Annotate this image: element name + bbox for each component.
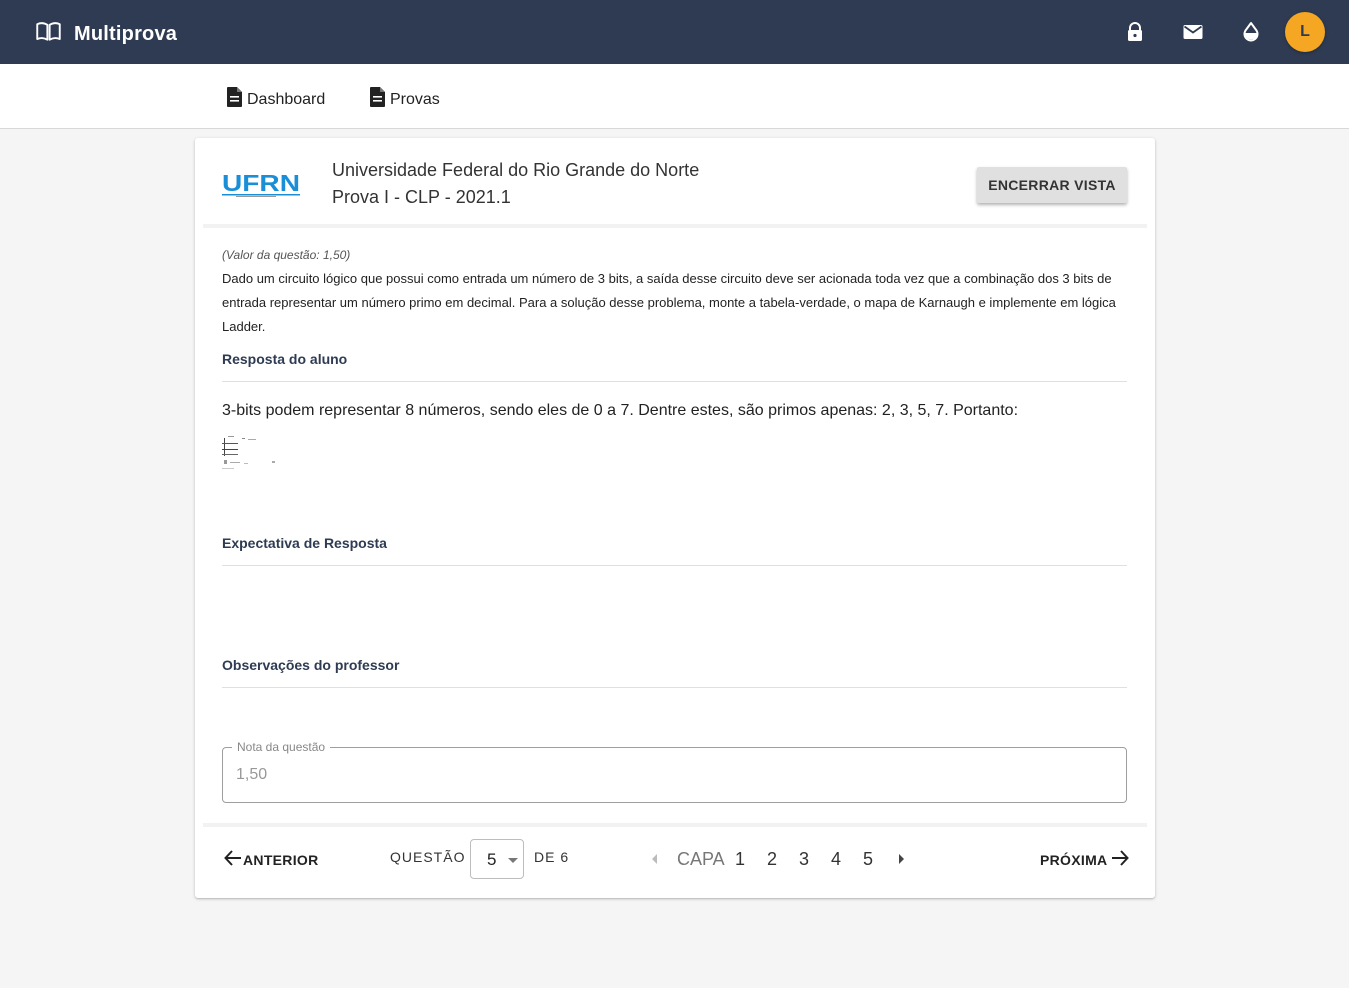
page-item-2[interactable]: 2 — [767, 849, 777, 870]
question-select[interactable]: 5 — [470, 839, 524, 879]
page-item-3[interactable]: 3 — [799, 849, 809, 870]
previous-button[interactable]: ANTERIOR — [223, 848, 319, 871]
page-item-capa[interactable]: CAPA — [677, 849, 725, 870]
grade-input[interactable] — [236, 766, 1106, 784]
ufrn-logo: UFRN — [222, 171, 300, 197]
drop-icon[interactable] — [1239, 20, 1263, 44]
grade-label: Nota da questão — [232, 740, 331, 754]
page-next-icon[interactable] — [899, 854, 904, 864]
divider — [222, 687, 1127, 688]
question-value: (Valor da questão: 1,50) — [222, 248, 351, 262]
answer-image[interactable] — [222, 434, 282, 474]
selected-question: 5 — [487, 850, 497, 869]
dropdown-arrow-icon — [508, 858, 518, 863]
footer-divider — [203, 823, 1147, 827]
nav-label: Provas — [390, 90, 440, 108]
app-bar: Multiprova L — [0, 0, 1349, 64]
nav-label: Dashboard — [247, 90, 326, 108]
logo-text: UFRN — [222, 171, 300, 196]
brand[interactable]: Multiprova — [35, 18, 177, 50]
total-questions-label: DE 6 — [534, 849, 570, 865]
divider — [222, 381, 1127, 382]
arrow-left-icon — [223, 848, 243, 871]
nav-item-dashboard[interactable]: Dashboard — [226, 86, 325, 113]
avatar[interactable]: L — [1285, 12, 1325, 52]
end-view-button[interactable]: ENCERRAR VISTA — [977, 167, 1127, 203]
lock-icon[interactable] — [1123, 20, 1147, 44]
page-item-1[interactable]: 1 — [735, 849, 745, 870]
exam-title: Prova I - CLP - 2021.1 — [332, 187, 511, 207]
page-item-4[interactable]: 4 — [831, 849, 841, 870]
book-icon — [35, 18, 62, 50]
student-answer-text: 3-bits podem representar 8 números, send… — [222, 402, 1019, 419]
grade-field: Nota da questão — [222, 740, 1127, 803]
question-text: Dado um circuito lógico que possui como … — [222, 271, 1116, 334]
page-item-5[interactable]: 5 — [863, 849, 873, 870]
observations-title: Observações do professor — [222, 657, 400, 673]
mail-icon[interactable] — [1181, 20, 1205, 44]
document-icon — [369, 86, 390, 113]
header-divider — [203, 224, 1147, 228]
nav-bar: Dashboard Provas — [0, 64, 1349, 129]
app-title: Multiprova — [74, 22, 178, 45]
next-button[interactable]: PRÓXIMA — [1040, 848, 1130, 871]
next-label: PRÓXIMA — [1040, 851, 1108, 868]
institution-name: Universidade Federal do Rio Grande do No… — [332, 160, 700, 180]
student-answer-title: Resposta do aluno — [222, 351, 348, 367]
page-prev-icon[interactable] — [652, 854, 657, 864]
exam-card: UFRN Universidade Federal do Rio Grande … — [195, 138, 1155, 898]
arrow-right-icon — [1110, 848, 1130, 871]
nav-item-provas[interactable]: Provas — [369, 86, 440, 113]
question-label: QUESTÃO — [390, 849, 466, 865]
expected-answer-title: Expectativa de Resposta — [222, 535, 387, 551]
divider — [222, 565, 1127, 566]
document-icon — [226, 86, 247, 113]
previous-label: ANTERIOR — [243, 851, 319, 868]
